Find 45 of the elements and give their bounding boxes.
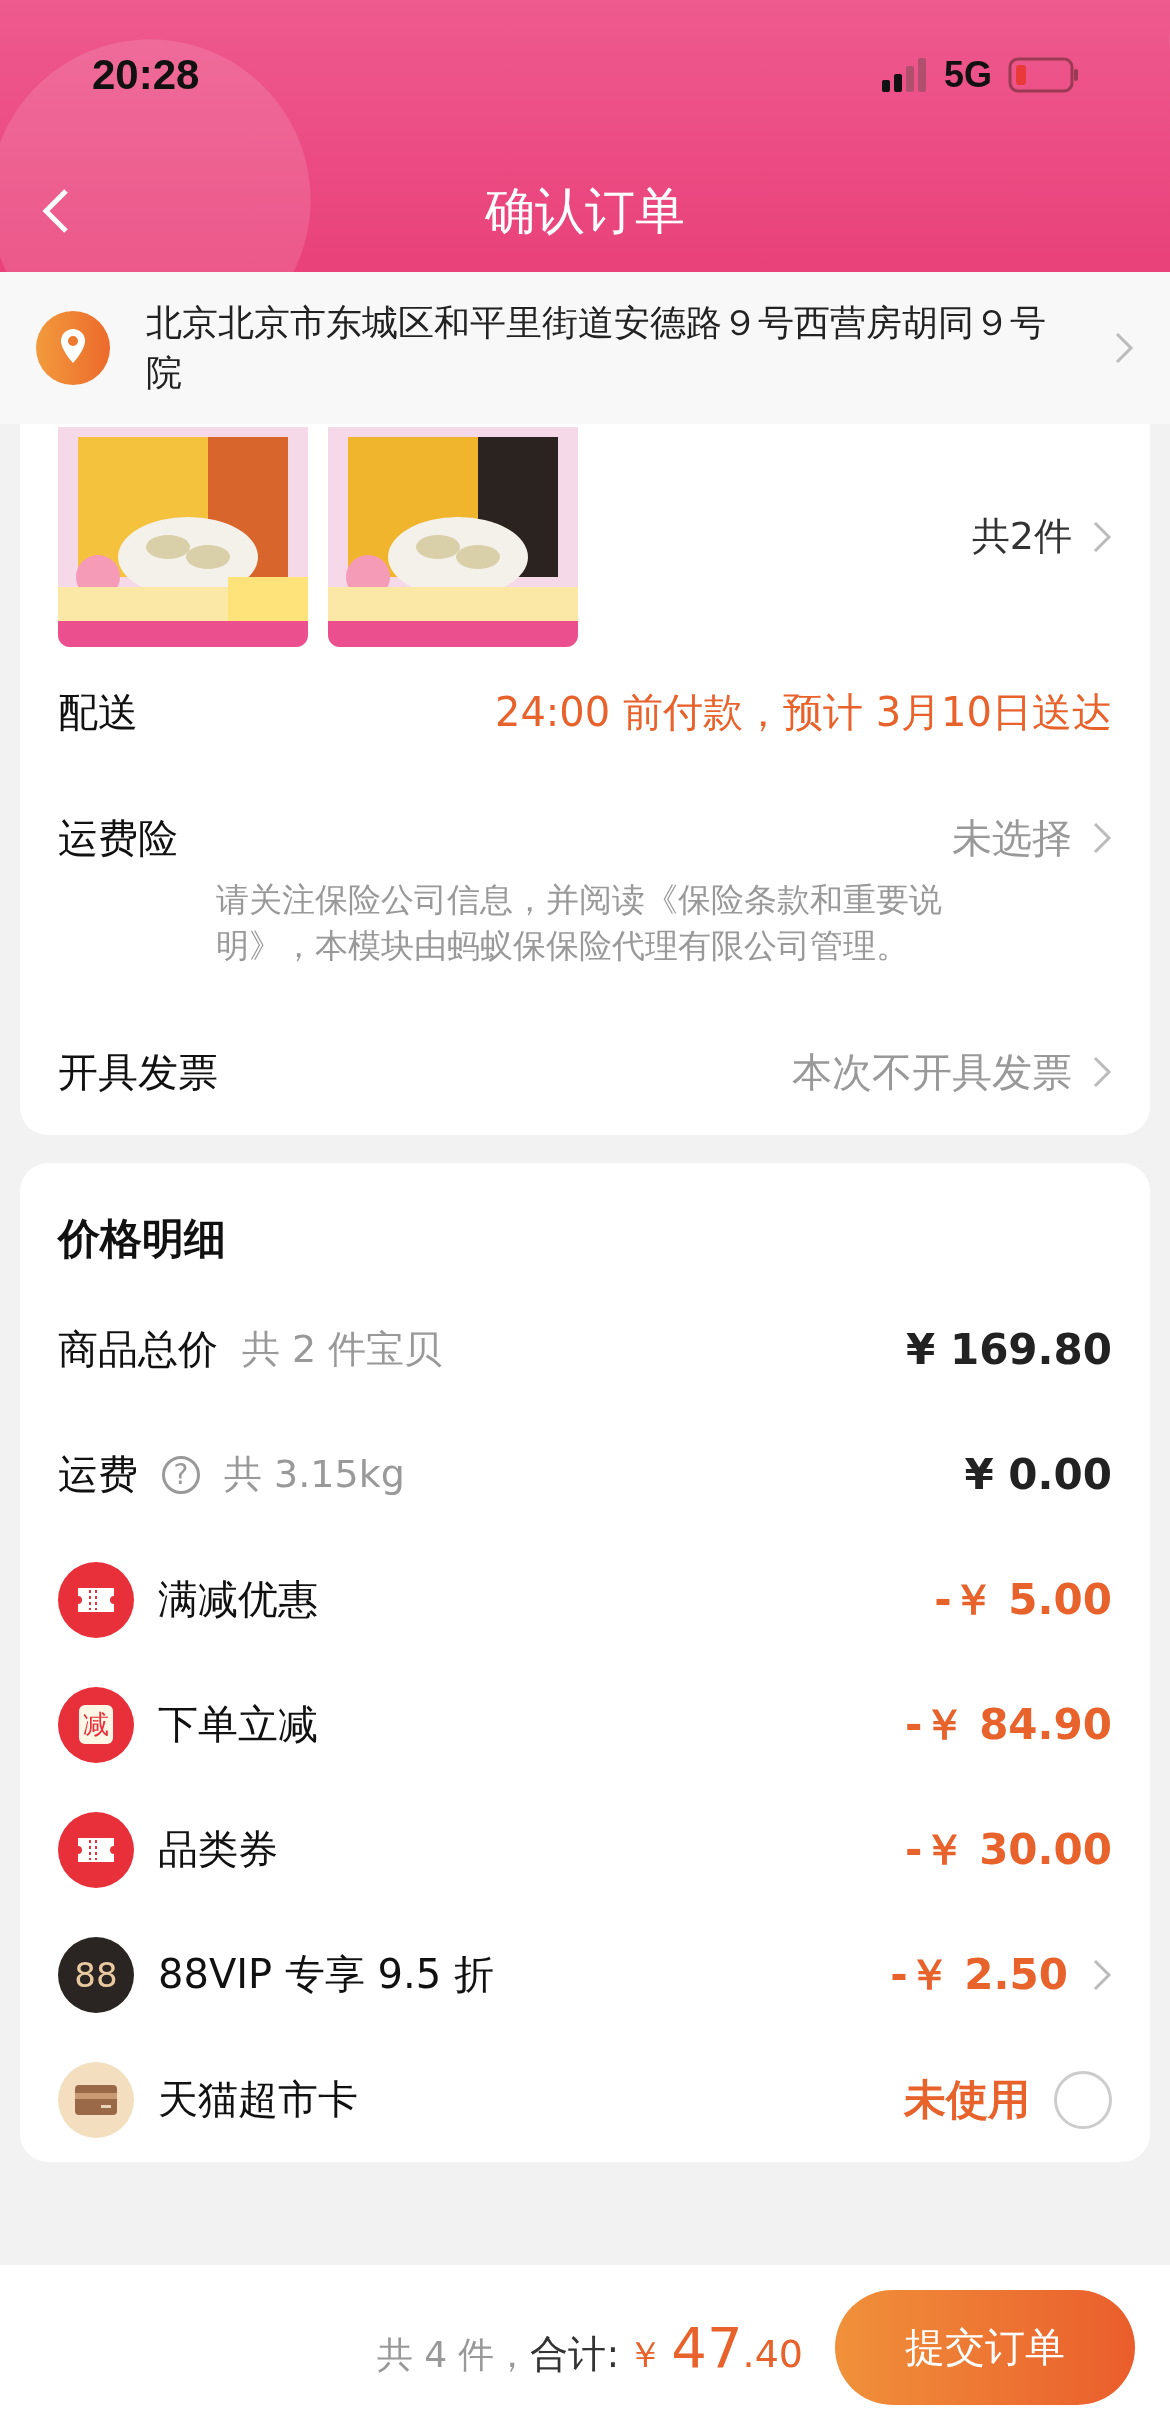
row-value: 24:00 前付款，预计 3月10日送达 [494, 687, 1112, 737]
status-time: 20:28 [92, 51, 200, 99]
price-value: 未使用 [904, 2073, 1030, 2126]
row-label: 运费险 [58, 813, 178, 863]
help-icon[interactable]: ? [162, 1455, 200, 1494]
price-label: 商品总价 [58, 1325, 218, 1374]
address-text: 北京北京市东城区和平里街道安德路９号西营房胡同９号院 [146, 301, 1047, 395]
price-label: 下单立减 [158, 1700, 318, 1749]
signal-icon [881, 58, 928, 92]
row-value[interactable]: 本次不开具发票 [792, 1044, 1072, 1100]
price-note: 共 2 件宝贝 [242, 1326, 443, 1373]
price-label: 天猫超市卡 [158, 2075, 358, 2124]
currency-sign: ￥ [627, 2333, 664, 2377]
chevron-right-icon [1114, 331, 1134, 365]
price-label: 满减优惠 [158, 1575, 318, 1624]
submit-button[interactable]: 提交订单 [835, 2290, 1135, 2405]
back-icon[interactable] [40, 188, 70, 234]
chevron-right-icon [1092, 519, 1112, 554]
price-value: -￥ 84.90 [905, 1698, 1112, 1751]
insurance-note: 请关注保险公司信息，并阅读《保险条款和重要说明》，本模块由蚂蚁保保险代理有限公司管理。 [215, 879, 943, 967]
price-value: -￥ 5.00 [934, 1573, 1112, 1626]
battery-icon [1008, 57, 1080, 93]
address-bar[interactable]: 北京北京市东城区和平里街道安德路９号西营房胡同９号院 [0, 272, 1170, 424]
row-label: 开具发票 [58, 1047, 218, 1097]
discount-badge: 减 [58, 1686, 134, 1763]
price-label: 品类券 [158, 1825, 278, 1874]
section-title: 价格明细 [58, 1213, 227, 1265]
network-label: 5G [943, 54, 992, 96]
price-value: -￥ 2.50 [890, 1948, 1068, 2001]
vip-badge: 88 [58, 1936, 134, 2013]
price-label: 88VIP 专享 9.5 折 [158, 1950, 494, 1999]
total-label: 合计: [530, 2331, 620, 2378]
price-value: -￥ 30.00 [905, 1823, 1112, 1876]
total-amount: 47 [671, 2315, 743, 2380]
price-label: 运费 [58, 1450, 138, 1499]
price-value: ¥ 169.80 [906, 1325, 1112, 1374]
row-label: 配送 [58, 687, 138, 737]
item-total-count: 共 4 件， [376, 2333, 531, 2377]
item-count[interactable]: 共2件 [971, 511, 1072, 562]
page-title: 确认订单 [485, 180, 685, 242]
price-note: 共 3.15kg [224, 1451, 405, 1498]
row-value[interactable]: 未选择 [952, 810, 1072, 866]
total-decimals: .40 [742, 2332, 803, 2376]
location-pin-icon [36, 311, 110, 385]
price-value: ¥ 0.00 [964, 1450, 1112, 1499]
